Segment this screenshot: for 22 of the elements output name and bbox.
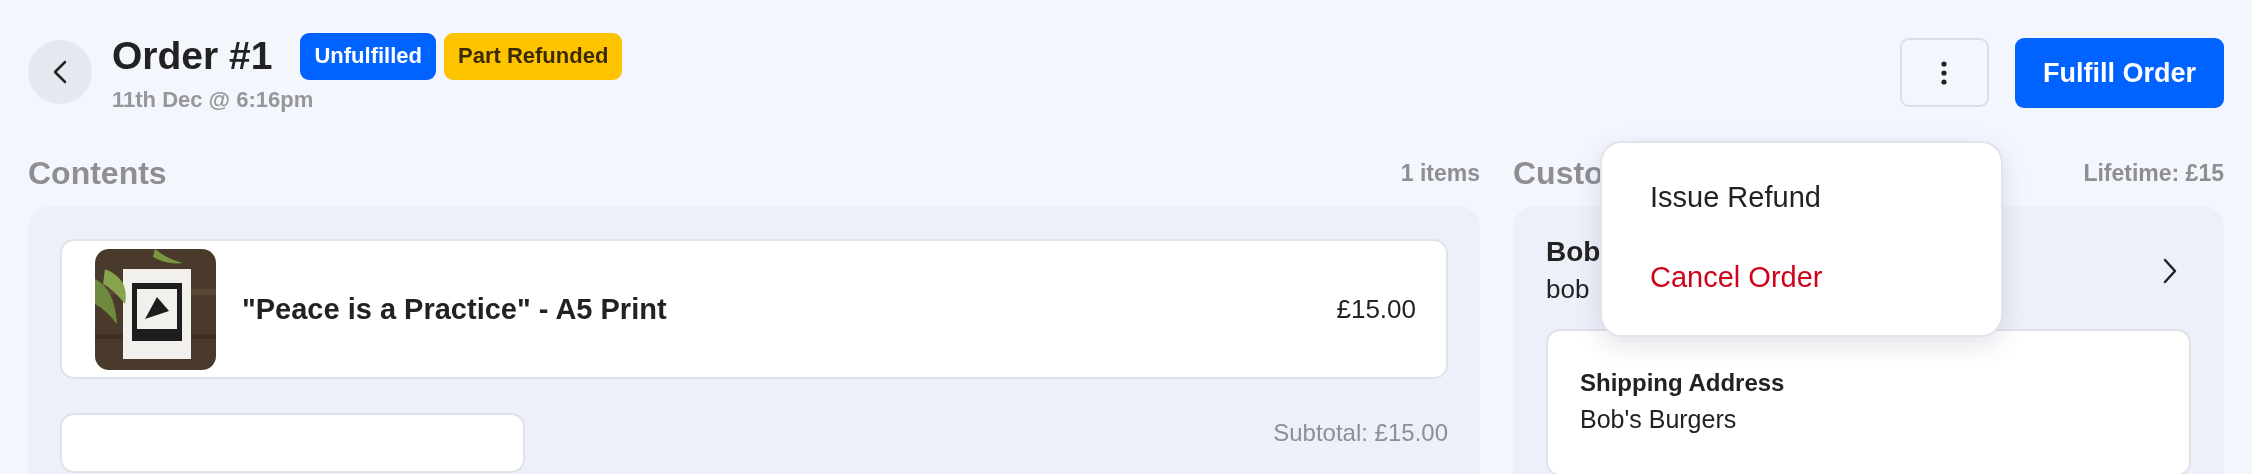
section-title: Custo bbox=[1513, 154, 1604, 192]
customer-name: Bob bbox=[1546, 236, 1601, 268]
chevron-right-icon[interactable] bbox=[2163, 257, 2177, 284]
more-vertical-icon bbox=[1941, 60, 1948, 85]
order-date: 11th Dec @ 6:16pm bbox=[112, 87, 315, 113]
lifetime-value: Lifetime: £15 bbox=[2083, 159, 2224, 187]
customer-email: bob bbox=[1546, 274, 1591, 305]
fulfill-order-button[interactable]: Fulfill Order bbox=[2015, 38, 2224, 108]
subtotal: Subtotal: £15.00 bbox=[1273, 419, 1448, 447]
more-button[interactable] bbox=[1900, 38, 1989, 107]
section-title: Contents bbox=[28, 154, 167, 192]
menu-item[interactable]: Cancel Order bbox=[1602, 237, 2001, 317]
order-title: Order #1 bbox=[112, 33, 273, 79]
product-price: £15.00 bbox=[1336, 293, 1416, 325]
status-badge: Unfulfilled bbox=[300, 32, 436, 80]
shipping-title: Shipping Address bbox=[1580, 369, 1786, 397]
status-badge: Part Refunded bbox=[443, 32, 623, 80]
product-name: "Peace is a Practice" - A5 Print bbox=[242, 292, 668, 326]
menu-item[interactable]: Issue Refund bbox=[1602, 157, 2001, 237]
chevron-left-icon bbox=[53, 60, 67, 84]
item-count: 1 items bbox=[1400, 159, 1480, 187]
address-line: Bob's Burgers bbox=[1580, 405, 1738, 434]
